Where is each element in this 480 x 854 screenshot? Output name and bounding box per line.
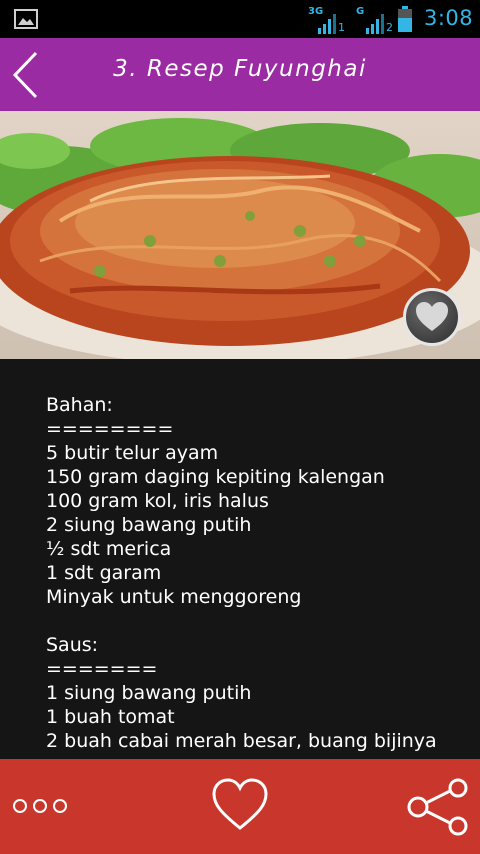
heart-icon (416, 302, 448, 331)
page-title: 3. Resep Fuyunghai (113, 56, 367, 82)
sim-slot-2: 2 (386, 21, 393, 34)
status-clock: 3:08 (424, 6, 474, 30)
network-type-2: G (356, 6, 365, 17)
heart-icon (212, 778, 268, 830)
title-bar: 3. Resep Fuyunghai (0, 38, 480, 111)
more-icon (13, 799, 67, 813)
battery-icon (398, 6, 412, 32)
status-bar: 3G 1 G 2 3:08 (0, 0, 480, 38)
gallery-notification-icon (14, 9, 38, 29)
recipe-text: Bahan: ======== 5 butir telur ayam 150 g… (46, 394, 437, 752)
more-button[interactable] (12, 791, 72, 821)
favorite-badge-button[interactable] (403, 288, 461, 346)
share-button[interactable] (404, 778, 472, 840)
sim-slot-1: 1 (338, 21, 345, 34)
like-button[interactable] (210, 774, 270, 838)
share-icon (407, 778, 468, 836)
